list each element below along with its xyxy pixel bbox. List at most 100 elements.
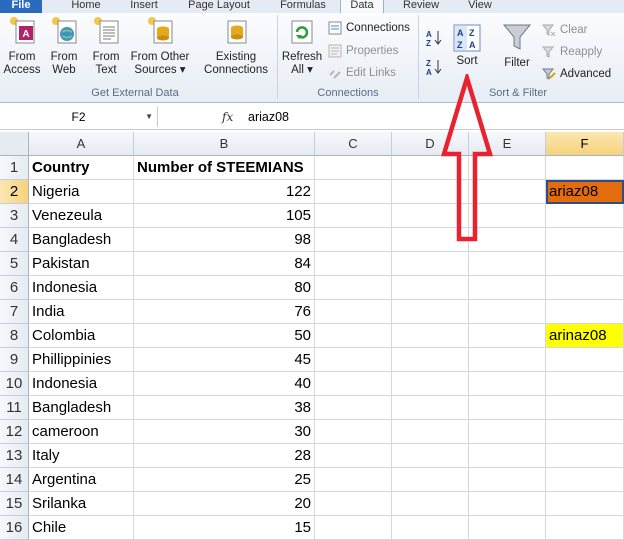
cell-f16[interactable] [546, 516, 624, 540]
insert-function-icon[interactable]: fx [222, 107, 233, 127]
from-web-button[interactable]: From Web [44, 15, 84, 77]
cell-c15[interactable] [315, 492, 392, 516]
cell-c7[interactable] [315, 300, 392, 324]
tab-home[interactable]: Home [56, 0, 116, 13]
row-header[interactable]: 6 [0, 276, 29, 300]
cell-b9[interactable]: 45 [134, 348, 315, 372]
row-header[interactable]: 9 [0, 348, 29, 372]
from-text-button[interactable]: From Text [86, 15, 126, 77]
cell-c14[interactable] [315, 468, 392, 492]
tab-data[interactable]: Data [340, 0, 384, 13]
cell-a10[interactable]: Indonesia [29, 372, 134, 396]
cell-f10[interactable] [546, 372, 624, 396]
cell-b14[interactable]: 25 [134, 468, 315, 492]
cell-d15[interactable] [392, 492, 469, 516]
cell-b11[interactable]: 38 [134, 396, 315, 420]
cell-b10[interactable]: 40 [134, 372, 315, 396]
cell-d11[interactable] [392, 396, 469, 420]
cell-f2-selected[interactable]: ariaz08 [546, 180, 624, 204]
cell-d8[interactable] [392, 324, 469, 348]
cell-f15[interactable] [546, 492, 624, 516]
cell-c1[interactable] [315, 156, 392, 180]
cell-e8[interactable] [469, 324, 546, 348]
filter-button[interactable]: Filter [496, 21, 538, 70]
from-access-button[interactable]: A From Access [2, 15, 42, 77]
cell-e5[interactable] [469, 252, 546, 276]
row-header[interactable]: 5 [0, 252, 29, 276]
cell-b4[interactable]: 98 [134, 228, 315, 252]
column-header-f[interactable]: F [546, 132, 624, 156]
existing-connections-button[interactable]: Existing Connections [200, 15, 272, 77]
from-other-sources-button[interactable]: From Other Sources ▾ [128, 15, 192, 77]
formula-input[interactable]: ariaz08 [248, 107, 289, 127]
cell-b3[interactable]: 105 [134, 204, 315, 228]
cell-f5[interactable] [546, 252, 624, 276]
sort-button[interactable]: A Z Z A Sort [447, 23, 487, 68]
column-header-a[interactable]: A [29, 132, 134, 156]
cell-a3[interactable]: Venezeula [29, 204, 134, 228]
cell-b5[interactable]: 84 [134, 252, 315, 276]
cell-d14[interactable] [392, 468, 469, 492]
tab-insert[interactable]: Insert [116, 0, 172, 13]
cell-e9[interactable] [469, 348, 546, 372]
cell-f12[interactable] [546, 420, 624, 444]
cell-a4[interactable]: Bangladesh [29, 228, 134, 252]
cell-b1[interactable]: Number of STEEMIANS [134, 156, 315, 180]
cell-a11[interactable]: Bangladesh [29, 396, 134, 420]
cell-d13[interactable] [392, 444, 469, 468]
cell-b6[interactable]: 80 [134, 276, 315, 300]
properties-button[interactable]: Properties [328, 42, 398, 60]
cell-b2[interactable]: 122 [134, 180, 315, 204]
cell-d9[interactable] [392, 348, 469, 372]
cell-e11[interactable] [469, 396, 546, 420]
cell-c4[interactable] [315, 228, 392, 252]
cell-c16[interactable] [315, 516, 392, 540]
cell-e14[interactable] [469, 468, 546, 492]
cell-d7[interactable] [392, 300, 469, 324]
cell-a8[interactable]: Colombia [29, 324, 134, 348]
name-box[interactable]: F2 ▼ [0, 107, 158, 127]
cell-b16[interactable]: 15 [134, 516, 315, 540]
cell-e7[interactable] [469, 300, 546, 324]
row-header[interactable]: 16 [0, 516, 29, 540]
cell-a7[interactable]: India [29, 300, 134, 324]
cell-b12[interactable]: 30 [134, 420, 315, 444]
cell-a13[interactable]: Italy [29, 444, 134, 468]
row-header[interactable]: 11 [0, 396, 29, 420]
edit-links-button[interactable]: Edit Links [328, 64, 396, 82]
row-header[interactable]: 1 [0, 156, 29, 180]
cell-f8[interactable]: arinaz08 [546, 324, 624, 348]
cell-e10[interactable] [469, 372, 546, 396]
chevron-down-icon[interactable]: ▼ [145, 107, 153, 127]
sort-a-to-z-button[interactable]: A Z [424, 28, 444, 52]
cell-d16[interactable] [392, 516, 469, 540]
row-header[interactable]: 15 [0, 492, 29, 516]
tab-formulas[interactable]: Formulas [266, 0, 340, 13]
row-header[interactable]: 3 [0, 204, 29, 228]
cell-a5[interactable]: Pakistan [29, 252, 134, 276]
advanced-filter-button[interactable]: Advanced [542, 65, 611, 83]
cell-e6[interactable] [469, 276, 546, 300]
cell-c6[interactable] [315, 276, 392, 300]
refresh-all-button[interactable]: Refresh All ▾ [280, 15, 324, 77]
column-header-c[interactable]: C [315, 132, 392, 156]
row-header[interactable]: 10 [0, 372, 29, 396]
cell-e12[interactable] [469, 420, 546, 444]
cell-c12[interactable] [315, 420, 392, 444]
cell-a14[interactable]: Argentina [29, 468, 134, 492]
row-header[interactable]: 4 [0, 228, 29, 252]
row-header[interactable]: 14 [0, 468, 29, 492]
cell-c3[interactable] [315, 204, 392, 228]
cell-d6[interactable] [392, 276, 469, 300]
tab-page-layout[interactable]: Page Layout [172, 0, 266, 13]
cell-d5[interactable] [392, 252, 469, 276]
cell-d12[interactable] [392, 420, 469, 444]
cell-c9[interactable] [315, 348, 392, 372]
cell-f4[interactable] [546, 228, 624, 252]
tab-file[interactable]: File [0, 0, 42, 13]
cell-f13[interactable] [546, 444, 624, 468]
cell-f9[interactable] [546, 348, 624, 372]
cell-a12[interactable]: cameroon [29, 420, 134, 444]
cell-a2[interactable]: Nigeria [29, 180, 134, 204]
column-header-b[interactable]: B [134, 132, 315, 156]
